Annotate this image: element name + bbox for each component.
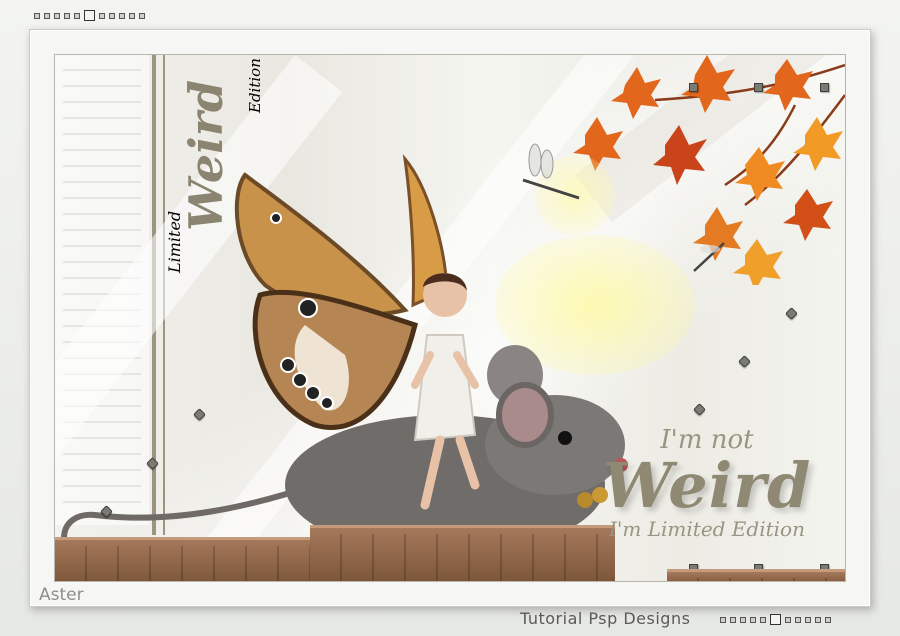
dot-icon xyxy=(795,616,801,623)
dot-icon xyxy=(740,616,746,623)
wooden-crate xyxy=(55,537,345,581)
dot-icon xyxy=(64,12,70,19)
dot-large-icon xyxy=(84,10,95,21)
dot-icon xyxy=(750,616,756,623)
artist-watermark: Aster xyxy=(39,585,84,605)
headline-line-2: Weird xyxy=(602,449,812,522)
wooden-crate xyxy=(310,525,615,581)
dot-icon xyxy=(99,12,105,19)
headline-block: I'm not Weird I'm Limited Edition xyxy=(577,425,837,541)
dot-icon xyxy=(74,12,80,19)
credit-watermark: Tutorial Psp Designs xyxy=(520,609,691,628)
headline-line-3: I'm Limited Edition xyxy=(609,517,805,541)
dot-icon xyxy=(139,12,145,19)
stud-icon xyxy=(689,83,698,92)
dot-icon xyxy=(805,616,811,623)
artwork-canvas: Limited Weird Edition I'm not Weird I'm … xyxy=(54,54,846,582)
dot-icon xyxy=(129,12,135,19)
dot-icon xyxy=(109,12,115,19)
stud-icon xyxy=(820,83,829,92)
dot-icon xyxy=(54,12,60,19)
dot-icon xyxy=(720,616,726,623)
dot-icon xyxy=(760,616,766,623)
dot-icon xyxy=(730,616,736,623)
dot-icon xyxy=(785,616,791,623)
dot-icon xyxy=(815,616,821,623)
wooden-crate xyxy=(667,569,845,581)
artwork-page: Limited Weird Edition I'm not Weird I'm … xyxy=(0,0,900,636)
stud-icon xyxy=(754,83,763,92)
dot-icon xyxy=(825,616,831,623)
dot-icon xyxy=(119,12,125,19)
dot-large-icon xyxy=(770,614,781,625)
top-dot-strip xyxy=(34,10,145,21)
bottom-dot-strip xyxy=(720,614,831,625)
dot-icon xyxy=(44,12,50,19)
dot-icon xyxy=(34,12,40,19)
